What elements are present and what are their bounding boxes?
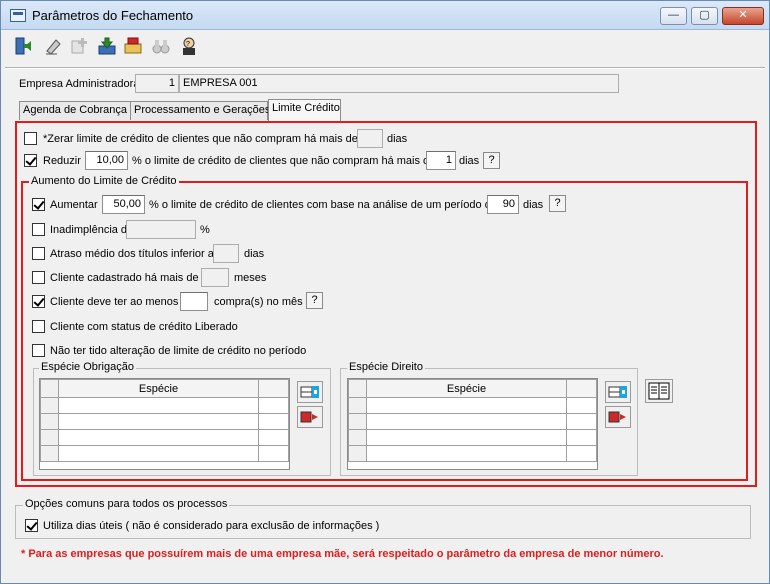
compras-checkbox[interactable] xyxy=(32,295,45,308)
nao-alteracao-label: Não ter tido alteração de limite de créd… xyxy=(50,345,307,357)
aumentar-help-button[interactable]: ? xyxy=(549,195,566,212)
status-checkbox[interactable] xyxy=(32,320,45,333)
comuns-title: Opções comuns para todos os processos xyxy=(23,498,230,510)
window-title: Parâmetros do Fechamento xyxy=(32,8,194,23)
table-row[interactable] xyxy=(348,397,597,414)
tab-agenda-cobranca[interactable]: Agenda de Cobrança xyxy=(19,101,131,120)
calendar-icon xyxy=(648,382,670,400)
aumentar-text: % o limite de crédito de clientes com ba… xyxy=(149,199,497,211)
add-row-icon xyxy=(608,386,627,398)
user-help-icon[interactable]: ? xyxy=(177,34,201,58)
exit-icon[interactable] xyxy=(11,34,35,58)
table-row[interactable] xyxy=(348,429,597,446)
compras-field[interactable] xyxy=(180,292,208,311)
especie-direito-title: Espécie Direito xyxy=(347,361,425,373)
reduzir-unit: dias xyxy=(459,155,480,167)
remove-row-icon xyxy=(300,411,318,423)
empresa-code-field: 1 xyxy=(135,74,179,93)
svg-text:?: ? xyxy=(186,41,190,48)
main-window: Parâmetros do Fechamento — ▢ ✕ ? Empresa… xyxy=(0,0,770,584)
minimize-button[interactable]: — xyxy=(660,7,687,25)
cadastrado-unit: meses xyxy=(234,272,267,284)
cadastrado-checkbox[interactable] xyxy=(32,271,45,284)
zerar-label: *Zerar limite de crédito de clientes que… xyxy=(43,133,358,145)
save-icon[interactable] xyxy=(95,34,119,58)
tab-limite-credito[interactable]: Limite Crédito xyxy=(268,99,341,121)
cadastrado-label: Cliente cadastrado há mais de xyxy=(50,272,199,284)
add-row-icon xyxy=(300,386,319,398)
aumentar-percent-field[interactable]: 50,00 xyxy=(102,195,145,214)
obrigacao-add-button[interactable] xyxy=(297,381,323,403)
especie-obrigacao-title: Espécie Obrigação xyxy=(39,361,136,373)
compras-unit: compra(s) no mês xyxy=(214,296,303,308)
especie-obrigacao-grid[interactable]: Espécie xyxy=(39,378,290,470)
especie-obrigacao-column: Espécie xyxy=(58,379,259,398)
inadimplencia-unit: % xyxy=(200,224,210,236)
atraso-unit: dias xyxy=(244,248,265,260)
reduzir-days-field[interactable]: 1 xyxy=(426,151,456,170)
zerar-unit: dias xyxy=(387,133,408,145)
reduzir-checkbox[interactable] xyxy=(24,154,37,167)
compras-help-button[interactable]: ? xyxy=(306,292,323,309)
footer-note: * Para as empresas que possuírem mais de… xyxy=(21,548,664,560)
dias-uteis-checkbox[interactable] xyxy=(25,519,38,532)
tab-processamento[interactable]: Processamento e Gerações xyxy=(130,101,270,120)
table-row[interactable] xyxy=(40,445,289,462)
open-folder-icon[interactable] xyxy=(121,34,145,58)
empresa-name-field: EMPRESA 001 xyxy=(179,74,619,93)
toolbar-separator xyxy=(5,67,765,69)
direito-add-button[interactable] xyxy=(605,381,631,403)
especie-direito-column: Espécie xyxy=(366,379,567,398)
reduzir-text: % o limite de crédito de clientes que nã… xyxy=(132,155,436,167)
reduzir-help-button[interactable]: ? xyxy=(483,152,500,169)
aumentar-checkbox[interactable] xyxy=(32,198,45,211)
direito-remove-button[interactable] xyxy=(605,406,631,428)
zerar-days-field xyxy=(357,129,383,148)
inadimplencia-field xyxy=(126,220,196,239)
eraser-icon[interactable] xyxy=(41,34,65,58)
reduzir-percent-field[interactable]: 10,00 xyxy=(85,151,128,170)
close-button[interactable]: ✕ xyxy=(722,7,764,25)
table-row[interactable] xyxy=(40,413,289,430)
especie-direito-grid[interactable]: Espécie xyxy=(347,378,598,470)
window-icon xyxy=(10,9,26,22)
status-label: Cliente com status de crédito Liberado xyxy=(50,321,238,333)
nao-alteracao-checkbox[interactable] xyxy=(32,344,45,357)
inadimplencia-checkbox[interactable] xyxy=(32,223,45,236)
toolbar: ? xyxy=(9,32,209,61)
cadastrado-field xyxy=(201,268,229,287)
aumentar-label: Aumentar xyxy=(50,199,98,211)
table-row[interactable] xyxy=(40,429,289,446)
atraso-checkbox[interactable] xyxy=(32,247,45,260)
binoculars-icon xyxy=(149,34,173,58)
zerar-checkbox[interactable] xyxy=(24,132,37,145)
dias-uteis-label: Utiliza dias úteis ( não é considerado p… xyxy=(43,520,380,532)
reduzir-label: Reduzir xyxy=(43,155,81,167)
aumentar-days-field[interactable]: 90 xyxy=(487,195,519,214)
table-row[interactable] xyxy=(348,413,597,430)
table-row[interactable] xyxy=(40,397,289,414)
compras-label: Cliente deve ter ao menos xyxy=(50,296,179,308)
atraso-field xyxy=(213,244,239,263)
aumento-group-title: Aumento do Limite de Crédito xyxy=(29,175,179,187)
remove-row-icon xyxy=(608,411,626,423)
atraso-label: Atraso médio dos títulos inferior a xyxy=(50,248,214,260)
aumentar-unit: dias xyxy=(523,199,544,211)
empresa-label: Empresa Administradora xyxy=(19,78,140,90)
title-bar: Parâmetros do Fechamento — ▢ ✕ xyxy=(1,1,769,30)
table-row[interactable] xyxy=(348,445,597,462)
add-icon xyxy=(67,34,91,58)
obrigacao-remove-button[interactable] xyxy=(297,406,323,428)
maximize-button[interactable]: ▢ xyxy=(691,7,718,25)
calendar-button[interactable] xyxy=(645,379,673,403)
